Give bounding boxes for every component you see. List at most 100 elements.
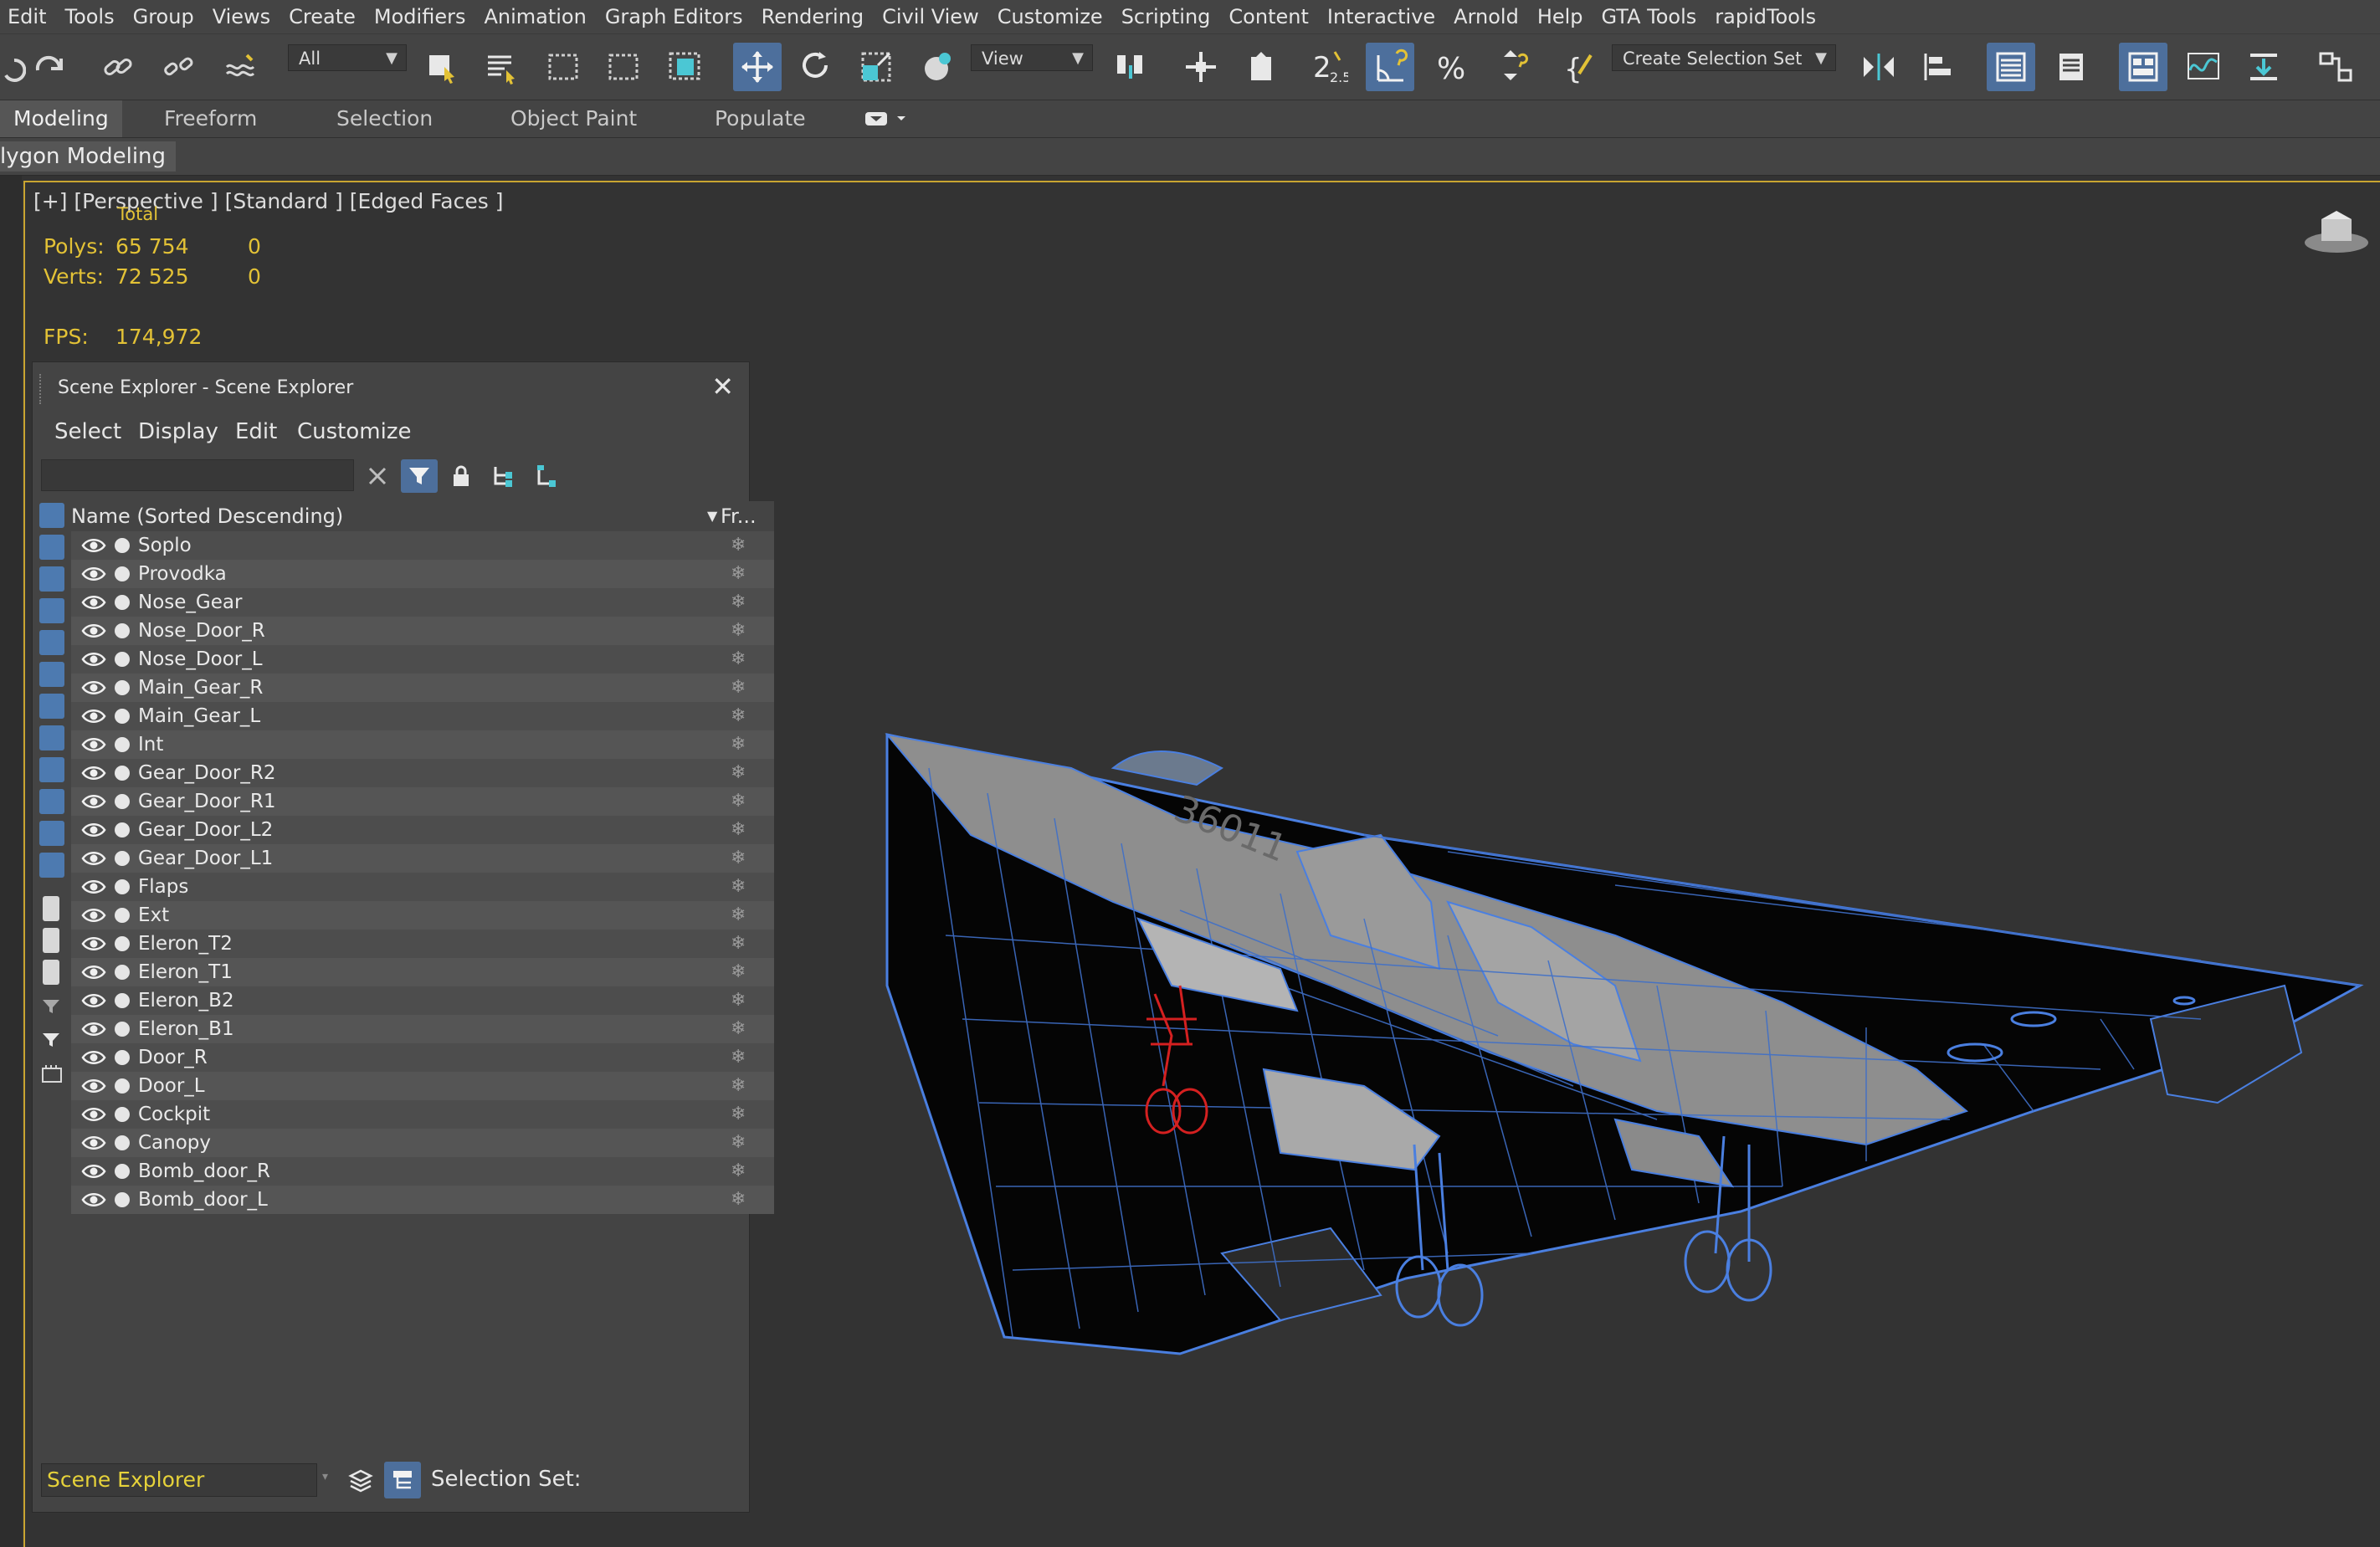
menu-item-content[interactable]: Content <box>1219 0 1317 33</box>
visibility-eye-icon[interactable] <box>81 904 106 926</box>
toggle-scene-explorer-icon[interactable] <box>1987 43 2035 91</box>
visibility-eye-icon[interactable] <box>81 819 106 841</box>
freeze-icon[interactable]: ❄ <box>731 1072 746 1100</box>
scene-row[interactable]: Canopy ❄ <box>71 1129 774 1157</box>
placement-icon[interactable] <box>914 43 962 91</box>
close-icon[interactable]: ✕ <box>711 371 734 402</box>
freeze-icon[interactable]: ❄ <box>731 730 746 759</box>
menu-item-views[interactable]: Views <box>203 0 280 33</box>
freeze-icon[interactable]: ❄ <box>731 1129 746 1157</box>
move-icon[interactable] <box>733 43 782 91</box>
polygon-modeling-panel[interactable]: lygon Modeling <box>0 141 177 172</box>
freeze-icon[interactable]: ❄ <box>731 617 746 645</box>
freeze-icon[interactable]: ❄ <box>731 759 746 787</box>
scene-row[interactable]: Nose_Door_R ❄ <box>71 617 774 645</box>
drag-grip-icon[interactable] <box>39 374 44 404</box>
scale-icon[interactable] <box>854 43 902 91</box>
freeze-icon[interactable]: ❄ <box>731 844 746 873</box>
rect-selection-icon[interactable] <box>539 43 587 91</box>
freeze-icon[interactable]: ❄ <box>731 674 746 702</box>
tab-selection[interactable]: Selection <box>323 100 446 137</box>
filter-active-icon[interactable] <box>41 1030 61 1055</box>
scene-row[interactable]: Door_L ❄ <box>71 1072 774 1100</box>
visibility-eye-icon[interactable] <box>81 1018 106 1040</box>
display-bones-icon[interactable] <box>39 757 64 782</box>
tab-object-paint[interactable]: Object Paint <box>497 100 650 137</box>
scene-row[interactable]: Nose_Gear ❄ <box>71 588 774 617</box>
visibility-eye-icon[interactable] <box>81 563 106 585</box>
freeze-icon[interactable]: ❄ <box>731 873 746 901</box>
scene-row[interactable]: Gear_Door_R1 ❄ <box>71 787 774 816</box>
display-invert-icon[interactable] <box>43 960 59 985</box>
layer-explorer-icon[interactable] <box>2047 43 2095 91</box>
percent-snap-icon[interactable]: % <box>1428 43 1476 91</box>
menu-item-customize[interactable]: Customize <box>988 0 1112 33</box>
keyboard-shortcut-override-icon[interactable] <box>1237 43 1285 91</box>
freeze-icon[interactable]: ❄ <box>731 1157 746 1186</box>
freeze-icon[interactable]: ❄ <box>731 816 746 844</box>
scene-row[interactable]: Eleron_B1 ❄ <box>71 1015 774 1043</box>
visibility-eye-icon[interactable] <box>81 1132 106 1154</box>
tab-freeform[interactable]: Freeform <box>151 100 270 137</box>
snaps-toggle-icon[interactable]: 2 2.5 <box>1305 43 1354 91</box>
display-frozen-icon[interactable] <box>39 821 64 846</box>
freeze-icon[interactable]: ❄ <box>731 1043 746 1072</box>
display-containers-icon[interactable] <box>39 789 64 814</box>
display-geometry-icon[interactable] <box>39 503 64 528</box>
layer-explorer-icon[interactable] <box>344 1463 377 1497</box>
freeze-icon[interactable]: ❄ <box>731 588 746 617</box>
reference-coord-dropdown[interactable]: View ▼ <box>971 44 1093 71</box>
tab-modeling[interactable]: Modeling <box>0 100 122 137</box>
chevron-down-icon[interactable]: ▾ <box>322 1470 328 1483</box>
scene-row[interactable]: Main_Gear_R ❄ <box>71 674 774 702</box>
menu-item-create[interactable]: Create <box>280 0 365 33</box>
freeze-icon[interactable]: ❄ <box>731 531 746 560</box>
display-space-warps-icon[interactable] <box>39 662 64 687</box>
display-helpers-icon[interactable] <box>39 630 64 655</box>
viewport-label[interactable]: [+] [Perspective ] [Standard ] [Edged Fa… <box>33 189 503 213</box>
align-icon[interactable] <box>1915 43 1963 91</box>
scene-row[interactable]: Cockpit ❄ <box>71 1100 774 1129</box>
freeze-icon[interactable]: ❄ <box>731 1186 746 1214</box>
menu-item-animation[interactable]: Animation <box>474 0 595 33</box>
unlink-icon[interactable] <box>154 43 203 91</box>
select-by-name-icon[interactable] <box>477 43 526 91</box>
hierarchy-explorer-icon[interactable] <box>384 1462 421 1498</box>
scene-row[interactable]: Bomb_door_R ❄ <box>71 1157 774 1186</box>
list-header[interactable]: Name (Sorted Descending) ▼ Fr... <box>71 501 774 531</box>
visibility-eye-icon[interactable] <box>81 648 106 670</box>
selection-filter-dropdown[interactable]: All ▼ <box>288 44 407 71</box>
menu-item-interactive[interactable]: Interactive <box>1318 0 1444 33</box>
freeze-icon[interactable]: ❄ <box>731 787 746 816</box>
menu-item-rendering[interactable]: Rendering <box>752 0 874 33</box>
display-xrefs-icon[interactable] <box>39 725 64 750</box>
bind-space-warp-icon[interactable] <box>216 43 264 91</box>
scene-explorer-titlebar[interactable]: Scene Explorer - Scene Explorer ✕ <box>33 362 749 414</box>
viewcube-home-icon[interactable] <box>2301 207 2372 261</box>
column-name-header[interactable]: Name (Sorted Descending) <box>71 501 343 531</box>
visibility-eye-icon[interactable] <box>81 848 106 869</box>
expand-hierarchy-icon[interactable] <box>485 459 521 493</box>
menu-item-tools[interactable]: Tools <box>55 0 123 33</box>
freeze-icon[interactable]: ❄ <box>731 958 746 986</box>
column-frozen-header[interactable]: Fr... <box>721 501 757 531</box>
named-selection-icon[interactable]: { <box>1557 43 1605 91</box>
menu-item-edit[interactable]: Edit <box>0 0 55 33</box>
display-groups-icon[interactable] <box>39 694 64 719</box>
visibility-eye-icon[interactable] <box>81 990 106 1012</box>
select-manipulate-icon[interactable] <box>1177 43 1225 91</box>
visibility-eye-icon[interactable] <box>81 620 106 642</box>
explorer-selector-dropdown[interactable]: Scene Explorer <box>41 1463 317 1497</box>
display-all-icon[interactable] <box>43 896 59 921</box>
visibility-eye-icon[interactable] <box>81 961 106 983</box>
lock-icon[interactable] <box>443 459 480 493</box>
mirror-icon[interactable] <box>1854 43 1903 91</box>
scene-row[interactable]: Main_Gear_L ❄ <box>71 702 774 730</box>
visibility-eye-icon[interactable] <box>81 535 106 556</box>
select-object-icon[interactable] <box>418 43 467 91</box>
visibility-eye-icon[interactable] <box>81 1160 106 1182</box>
visibility-eye-icon[interactable] <box>81 1075 106 1097</box>
window-select-icon[interactable] <box>661 43 710 91</box>
menu-item-civil-view[interactable]: Civil View <box>873 0 988 33</box>
spinner-snap-icon[interactable] <box>1488 43 1536 91</box>
